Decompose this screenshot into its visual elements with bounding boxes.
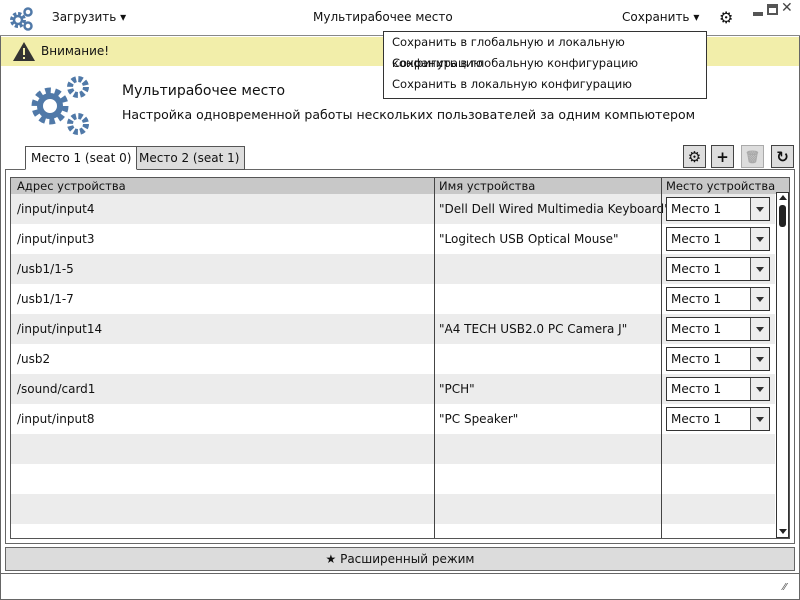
seat-settings-button[interactable]: ⚙ [683, 145, 706, 168]
hero-subtitle: Настройка одновременной работы нескольки… [122, 107, 696, 122]
seat-value: Место 1 [671, 262, 722, 276]
device-address: /usb1/1-7 [17, 292, 74, 306]
chevron-down-icon[interactable] [750, 288, 769, 310]
gear-icon: ⚙ [687, 147, 702, 166]
column-divider [661, 178, 662, 538]
device-address: /sound/card1 [17, 382, 96, 396]
column-divider [434, 178, 435, 538]
status-bar-divider [0, 573, 800, 574]
seat-value: Место 1 [671, 412, 722, 426]
tab-seat-0[interactable]: Место 1 (seat 0) [25, 146, 138, 170]
header-name[interactable]: Имя устройства [439, 178, 535, 194]
seat-select[interactable]: Место 1 [666, 317, 770, 341]
device-address: /input/input8 [17, 412, 95, 426]
chevron-down-icon[interactable] [750, 408, 769, 430]
trash-icon: 🗑 [744, 149, 761, 164]
resize-grip-icon[interactable]: ⁄⁄ [783, 582, 786, 593]
seat-select[interactable]: Место 1 [666, 407, 770, 431]
device-address: /usb2 [17, 352, 51, 366]
warning-icon [13, 42, 35, 61]
reset-button[interactable]: ↻ [771, 145, 794, 168]
seat-value: Место 1 [671, 382, 722, 396]
device-name: "Logitech USB Optical Mouse" [439, 232, 619, 246]
multiseat-gears-icon [31, 76, 89, 135]
header-seat[interactable]: Место устройства [666, 178, 776, 194]
device-name: "A4 TECH USB2.0 PC Camera J" [439, 322, 628, 336]
table-header: Адрес устройства Имя устройства Место ус… [11, 178, 789, 194]
menu-item-save-global-local[interactable]: Сохранить в глобальную и локальную конфи… [384, 32, 706, 70]
seat-select[interactable]: Место 1 [666, 347, 770, 371]
chevron-down-icon[interactable] [750, 198, 769, 220]
seat-select[interactable]: Место 1 [666, 377, 770, 401]
table-scrollbar[interactable] [776, 192, 789, 538]
chevron-down-icon[interactable] [750, 258, 769, 280]
load-menu-button[interactable]: Загрузить ▾ [52, 10, 126, 24]
menu-item-save-local[interactable]: Сохранить в локальную конфигурацию [384, 74, 706, 95]
chevron-down-icon[interactable] [750, 378, 769, 400]
seat-value: Место 1 [671, 292, 722, 306]
chevron-down-icon[interactable] [750, 228, 769, 250]
close-button[interactable]: ✕ [781, 0, 793, 16]
device-name: "PCH" [439, 382, 475, 396]
caret-down-icon: ▾ [693, 10, 700, 24]
save-label: Сохранить [622, 10, 690, 24]
add-seat-button[interactable]: + [711, 145, 734, 168]
star-icon: ★ [325, 552, 337, 566]
app-gears-icon [10, 7, 33, 31]
window-title: Мультирабочее место [313, 10, 453, 24]
seat-value: Место 1 [671, 322, 722, 336]
header-address[interactable]: Адрес устройства [17, 178, 126, 194]
seat-select[interactable]: Место 1 [666, 197, 770, 221]
seat-value: Место 1 [671, 352, 722, 366]
chevron-down-icon[interactable] [750, 348, 769, 370]
delete-seat-button[interactable]: 🗑 [741, 145, 764, 168]
seat-select[interactable]: Место 1 [666, 257, 770, 281]
tab-seat-1[interactable]: Место 2 (seat 1) [133, 146, 246, 170]
device-address: /input/input4 [17, 202, 95, 216]
menu-item-save-global[interactable]: Сохранить в глобальную конфигурацию [384, 53, 706, 74]
save-dropdown-menu: Сохранить в глобальную и локальную конфи… [383, 31, 707, 99]
device-address: /input/input3 [17, 232, 95, 246]
caret-down-icon: ▾ [120, 10, 127, 24]
minimize-button[interactable] [753, 12, 763, 16]
device-address: /usb1/1-5 [17, 262, 74, 276]
load-label: Загрузить [52, 10, 117, 24]
seat-select[interactable]: Место 1 [666, 287, 770, 311]
scroll-up-icon[interactable] [779, 195, 787, 200]
hero-title: Мультирабочее место [122, 83, 286, 99]
device-name: "PC Speaker" [439, 412, 519, 426]
settings-gear-icon[interactable]: ⚙ [719, 8, 733, 27]
plus-icon: + [716, 147, 729, 166]
device-address: /input/input14 [17, 322, 103, 336]
seat-value: Место 1 [671, 202, 722, 216]
chevron-down-icon[interactable] [750, 318, 769, 340]
seat-select[interactable]: Место 1 [666, 227, 770, 251]
undo-icon: ↻ [776, 147, 789, 166]
maximize-button[interactable] [767, 4, 778, 15]
scroll-down-icon[interactable] [779, 529, 787, 534]
advanced-mode-label: Расширенный режим [340, 552, 475, 566]
save-menu-button[interactable]: Сохранить ▾ [622, 10, 699, 24]
advanced-mode-button[interactable]: ★ Расширенный режим [5, 547, 795, 571]
devices-table: Адрес устройства Имя устройства Место ус… [10, 177, 790, 539]
warning-text: Внимание! [41, 44, 110, 58]
device-name: "Dell Dell Wired Multimedia Keyboard" [439, 202, 670, 216]
seat-value: Место 1 [671, 232, 722, 246]
scrollbar-thumb[interactable] [779, 205, 786, 227]
